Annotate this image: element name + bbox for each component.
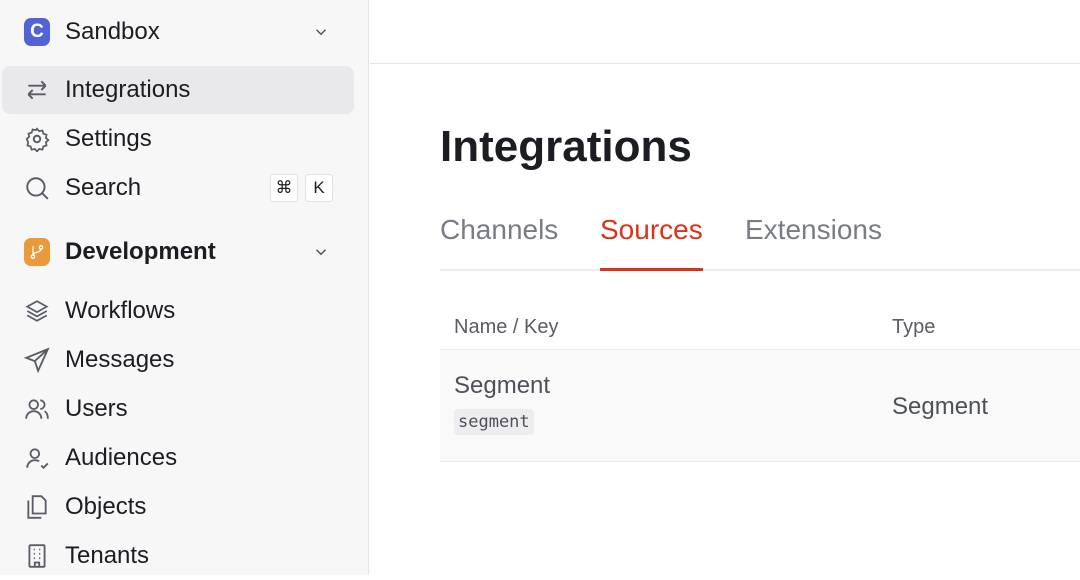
sidebar-item-label: Settings [65,125,152,152]
shortcut-key-k: K [305,174,333,202]
page-title: Integrations [440,122,692,171]
source-type: Segment [892,393,989,420]
sidebar-item-label: Workflows [65,297,176,324]
sidebar-item-integrations[interactable]: Integrations [2,66,354,114]
sidebar-item-search[interactable]: Search ⌘ K [2,164,354,212]
sidebar-item-workflows[interactable]: Workflows [2,287,354,335]
tab-sources[interactable]: Sources [600,214,703,271]
tab-bar: Channels Sources Extensions [440,210,1080,271]
environment-label: Development [65,238,216,265]
user-check-icon [26,448,49,470]
workspace-label: Sandbox [65,18,160,45]
tab-extensions[interactable]: Extensions [745,214,882,271]
sidebar-item-label: Tenants [65,542,150,569]
chevron-down-icon [315,249,327,256]
main-content: Integrations Channels Sources Extensions… [370,0,1080,575]
send-icon [24,347,50,373]
arrows-exchange-icon [27,80,47,100]
source-key: segment [454,409,534,435]
shortcut-key-cmd: ⌘ [270,174,298,202]
chevron-down-icon [315,29,327,36]
users-icon [25,399,49,419]
sidebar-item-messages[interactable]: Messages [2,336,354,384]
sidebar-item-label: Users [65,395,128,422]
table-row[interactable]: Segment segment Segment [440,349,1080,462]
search-icon [26,177,49,200]
sidebar-item-settings[interactable]: Settings [2,115,354,163]
git-branch-icon [24,238,50,266]
tab-channels[interactable]: Channels [440,214,558,271]
building-icon [28,544,46,568]
top-bar [370,0,1080,64]
sidebar-item-label: Search [65,174,142,201]
workspace-badge: C [24,18,50,46]
sidebar-item-users[interactable]: Users [2,385,354,433]
column-header-type: Type [892,316,936,338]
sidebar-item-label: Audiences [65,444,178,471]
sidebar-item-audiences[interactable]: Audiences [2,434,354,482]
layers-icon [25,300,49,322]
sidebar-item-label: Objects [65,493,147,520]
sidebar-item-label: Messages [65,346,175,373]
gear-icon [25,127,50,152]
copy-icon [27,495,47,519]
column-header-name: Name / Key [454,316,559,338]
environment-switcher[interactable]: Development [2,228,354,276]
sidebar-item-label: Integrations [65,76,191,103]
sidebar: C Sandbox Integrations Settings Search ⌘… [0,0,369,575]
sidebar-item-objects[interactable]: Objects [2,483,354,531]
workspace-switcher[interactable]: C Sandbox [2,8,354,56]
source-name: Segment [454,372,551,399]
sidebar-item-tenants[interactable]: Tenants [2,532,354,580]
